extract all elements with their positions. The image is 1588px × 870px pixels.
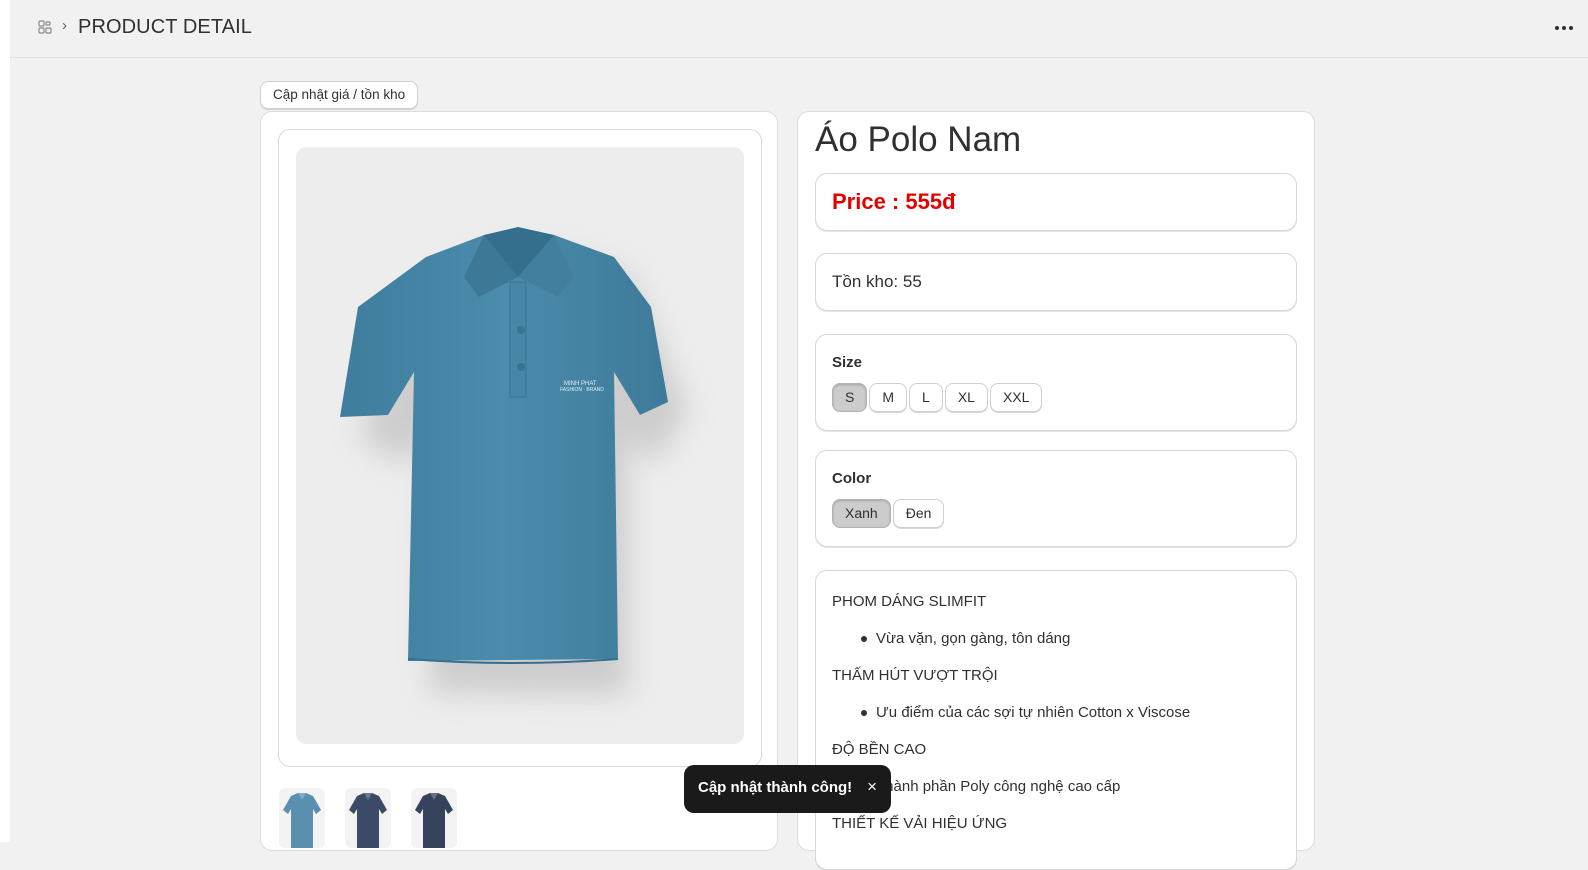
- size-option-s[interactable]: S: [832, 383, 868, 412]
- close-icon[interactable]: ×: [867, 777, 877, 797]
- thumbnail-dark-navy[interactable]: [411, 788, 457, 848]
- left-edge: [0, 0, 10, 842]
- description-box: PHOM DÁNG SLIMFIT Vừa vặn, gọn gàng, tôn …: [815, 570, 1297, 870]
- color-selector: Color Xanh Đen: [815, 450, 1297, 547]
- stock-box: Tồn kho: 55: [815, 253, 1297, 311]
- color-option-đen[interactable]: Đen: [892, 499, 945, 528]
- success-toast: Cập nhật thành công! ×: [684, 765, 891, 813]
- apps-icon[interactable]: [38, 20, 52, 34]
- size-option-l[interactable]: L: [909, 383, 943, 412]
- chevron-right-icon: ›: [62, 17, 67, 34]
- description-heading: THẤM HÚT VƯỢT TRỘI: [832, 667, 998, 684]
- size-options: S M L XL XXL: [832, 383, 1043, 412]
- size-label: Size: [832, 354, 863, 371]
- price-text: Price : 555đ: [832, 189, 956, 214]
- more-horizontal-icon[interactable]: [1550, 16, 1578, 40]
- svg-text:FASHION · BRAND: FASHION · BRAND: [560, 387, 604, 393]
- product-media-card: MINH PHAT FASHION · BRAND: [260, 111, 778, 851]
- description-heading: PHOM DÁNG SLIMFIT: [832, 593, 987, 610]
- product-info-card: Áo Polo Nam Price : 555đ Tồn kho: 55 Siz…: [797, 111, 1315, 870]
- main-image-frame: MINH PHAT FASHION · BRAND: [278, 129, 762, 767]
- description-heading: THIẾT KẾ VẢI HIỆU ỨNG: [832, 815, 1008, 832]
- description-bullet: Ưu điểm của các sợi tự nhiên Cotton x Vi…: [832, 700, 1282, 725]
- price-box: Price : 555đ: [815, 173, 1297, 231]
- color-option-xanh[interactable]: Xanh: [832, 499, 891, 528]
- page-title: PRODUCT DETAIL: [78, 16, 253, 38]
- thumbnail-blue[interactable]: [279, 788, 325, 848]
- description-heading: ĐỘ BỀN CAO: [832, 741, 927, 758]
- update-price-stock-button[interactable]: Cập nhật giá / tồn kho: [260, 81, 419, 109]
- color-label: Color: [832, 470, 872, 487]
- description: PHOM DÁNG SLIMFIT Vừa vặn, gọn gàng, tôn …: [832, 589, 1282, 848]
- product-name: Áo Polo Nam: [815, 120, 1022, 159]
- toast-message: Cập nhật thành công!: [698, 779, 853, 796]
- description-bullet: Vừa vặn, gọn gàng, tôn dáng: [832, 626, 1282, 651]
- size-selector: Size S M L XL XXL: [815, 334, 1297, 431]
- thumbnail-strip: [279, 788, 457, 848]
- size-option-xl[interactable]: XL: [944, 383, 988, 412]
- product-image[interactable]: MINH PHAT FASHION · BRAND: [296, 147, 744, 744]
- description-bullet: Thành phần Poly công nghệ cao cấp: [832, 774, 1282, 799]
- stock-text: Tồn kho: 55: [832, 272, 922, 291]
- thumbnail-navy[interactable]: [345, 788, 391, 848]
- color-options: Xanh Đen: [832, 499, 945, 528]
- size-option-xxl[interactable]: XXL: [989, 383, 1043, 412]
- size-option-m[interactable]: M: [869, 383, 908, 412]
- page-header: › PRODUCT DETAIL: [10, 0, 1588, 58]
